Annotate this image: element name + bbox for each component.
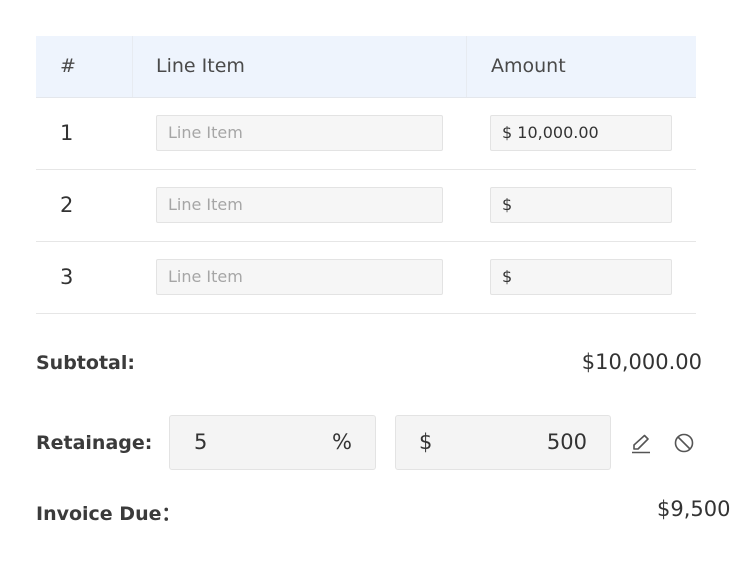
amount-input[interactable]: $ xyxy=(490,259,672,295)
column-divider xyxy=(466,36,467,97)
edit-icon[interactable] xyxy=(629,431,653,455)
retainage-percent-input[interactable]: 5 % xyxy=(169,415,376,470)
subtotal-value: $10,000.00 xyxy=(581,350,702,374)
row-number: 1 xyxy=(60,121,74,145)
line-item-input[interactable]: Line Item xyxy=(156,259,443,295)
line-item-input[interactable]: Line Item xyxy=(156,115,443,151)
table-row: 3 Line Item $ xyxy=(36,242,696,314)
cancel-icon[interactable] xyxy=(672,431,696,455)
subtotal-label: Subtotal: xyxy=(36,352,135,374)
column-divider xyxy=(132,36,133,97)
retainage-label: Retainage: xyxy=(36,432,153,454)
percent-symbol: % xyxy=(332,430,352,454)
line-items-table: # Line Item Amount 1 Line Item $ 10,000.… xyxy=(36,36,696,314)
currency-symbol: $ xyxy=(419,430,433,454)
invoice-due-value: $9,500 xyxy=(657,497,731,521)
invoice-due-label: Invoice Due： xyxy=(36,503,181,525)
table-header: # Line Item Amount xyxy=(36,36,696,98)
retainage-percent-value: 5 xyxy=(194,430,208,454)
column-header-line-item: Line Item xyxy=(156,55,245,77)
table-row: 2 Line Item $ xyxy=(36,170,696,242)
amount-input[interactable]: $ xyxy=(490,187,672,223)
column-header-number: # xyxy=(60,55,76,77)
retainage-amount-value: 500 xyxy=(546,430,587,454)
table-row: 1 Line Item $ 10,000.00 xyxy=(36,98,696,170)
retainage-amount-input[interactable]: $ 500 xyxy=(395,415,611,470)
line-item-input[interactable]: Line Item xyxy=(156,187,443,223)
row-number: 2 xyxy=(60,193,74,217)
column-header-amount: Amount xyxy=(491,55,566,77)
row-number: 3 xyxy=(60,265,74,289)
amount-input[interactable]: $ 10,000.00 xyxy=(490,115,672,151)
